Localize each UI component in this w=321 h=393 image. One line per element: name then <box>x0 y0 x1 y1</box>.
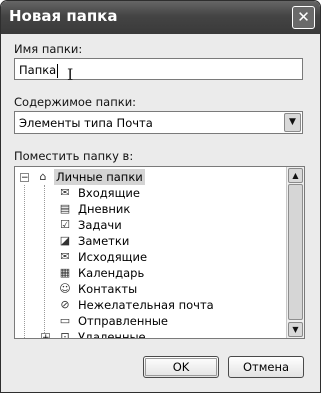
tree-scrollbar[interactable]: ▲ ▼ <box>286 167 304 338</box>
tasks-icon: ☑ <box>60 218 70 231</box>
tree-item-label: Удаленные <box>78 330 146 339</box>
dialog-title: Новая папка <box>9 7 118 25</box>
folder-name-label: Имя папки: <box>14 42 83 56</box>
ok-button[interactable]: OK <box>143 356 219 378</box>
folder-contents-select[interactable]: Элементы типа Почта ▼ <box>14 111 303 134</box>
scroll-up-icon[interactable]: ▲ <box>288 168 303 183</box>
title-bar[interactable]: Новая папка ✕ <box>1 1 320 34</box>
tree-item-label: Задачи <box>78 218 122 232</box>
scroll-down-icon[interactable]: ▼ <box>288 322 303 337</box>
tree-item-label: Дневник <box>78 202 131 216</box>
tree-line <box>24 185 25 338</box>
folder-name-value: Папка <box>19 63 57 77</box>
scrollbar-thumb[interactable] <box>288 184 303 320</box>
tree-item-label: Контакты <box>78 282 138 296</box>
close-icon: ✕ <box>297 8 310 26</box>
outbox-icon: ✉ <box>60 250 70 263</box>
tree-item-label: Календарь <box>78 266 145 280</box>
folder-name-input[interactable]: Папка <box>14 58 303 80</box>
tree-item-label: Входящие <box>78 186 140 200</box>
junk-mail-icon: ⊘ <box>60 298 70 311</box>
journal-icon: ▤ <box>59 202 71 215</box>
tree-line <box>44 185 45 335</box>
expand-deleted-icon[interactable]: + <box>41 333 50 338</box>
ibeam-cursor-icon: I <box>67 65 74 84</box>
tree-item-label: Отправленные <box>78 314 169 328</box>
folder-tree[interactable]: − ⌂ Личные папки ✉ Входящие ▤ Дневник ☑ … <box>14 166 305 339</box>
close-button[interactable]: ✕ <box>292 6 315 29</box>
inbox-icon: ✉ <box>60 186 70 199</box>
text-caret <box>57 63 59 78</box>
tree-item-label: Нежелательная почта <box>78 298 214 312</box>
new-folder-dialog: Новая папка ✕ Имя папки: Папка I Содержи… <box>0 0 321 393</box>
tree-item-label: Заметки <box>78 234 130 248</box>
deleted-items-icon: ⊡ <box>60 330 70 339</box>
folder-location-label: Поместить папку в: <box>14 149 134 163</box>
contacts-icon: ☺ <box>59 282 71 295</box>
collapse-root-icon[interactable]: − <box>20 173 29 183</box>
tree-item-label: Исходящие <box>78 250 148 264</box>
sent-items-icon: ▭ <box>59 314 71 327</box>
folder-contents-value: Элементы типа Почта <box>19 116 153 130</box>
calendar-icon: ▦ <box>59 266 71 279</box>
cancel-button[interactable]: Отмена <box>228 356 304 378</box>
tree-item-label: Личные папки <box>54 169 145 185</box>
notes-icon: ◪ <box>59 234 71 247</box>
dropdown-arrow-icon[interactable]: ▼ <box>284 113 301 132</box>
personal-folders-icon: ⌂ <box>39 170 47 183</box>
folder-contents-label: Содержимое папки: <box>14 95 137 109</box>
